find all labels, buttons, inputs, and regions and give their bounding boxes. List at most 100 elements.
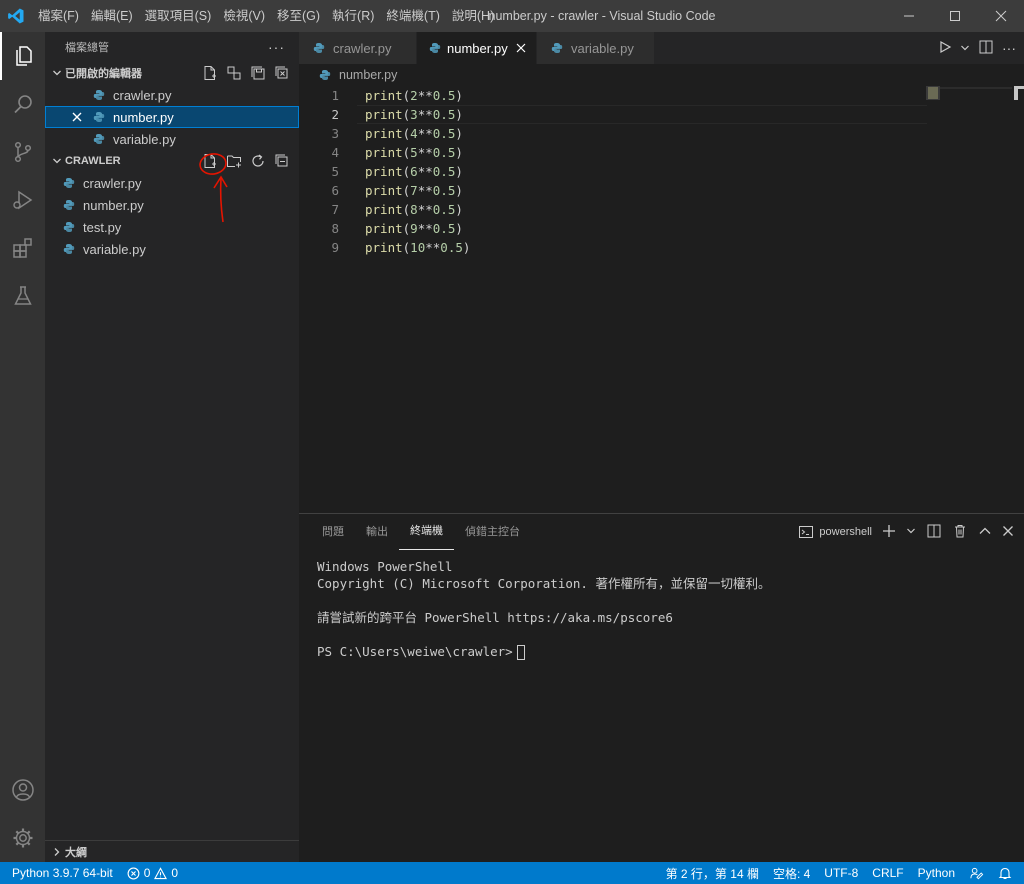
accounts-button[interactable] (0, 766, 45, 814)
python-file-icon (429, 40, 441, 56)
code-area[interactable]: 1 print(2**0.5) 2 print(3**0.5) 3 print(4**0.… (299, 86, 939, 257)
chevron-right-icon (49, 847, 65, 857)
minimize-icon (904, 15, 914, 17)
menu-selection[interactable]: 選取項目(S) (139, 0, 218, 32)
line-number: 2 (331, 107, 339, 122)
code-line[interactable]: 2 print(3**0.5) (299, 105, 939, 124)
split-editor-icon[interactable] (978, 39, 994, 58)
maximize-panel-icon[interactable] (978, 524, 992, 541)
open-editor-item[interactable]: variable.py (45, 128, 299, 150)
code-line[interactable]: 8 print(9**0.5) (299, 219, 939, 238)
tab-problems[interactable]: 問題 (311, 514, 355, 550)
file-item[interactable]: crawler.py (45, 172, 299, 194)
annotation-circle-arrow (199, 153, 228, 223)
python-file-icon (91, 87, 107, 103)
menu-go[interactable]: 移至(G) (271, 0, 326, 32)
notifications-button[interactable] (991, 862, 1024, 884)
encoding[interactable]: UTF-8 (817, 862, 865, 884)
open-editor-item[interactable]: crawler.py (45, 84, 299, 106)
tab-debug-console[interactable]: 偵錯主控台 (454, 514, 531, 550)
chevron-down-icon[interactable] (906, 526, 916, 539)
line-number: 3 (331, 126, 339, 141)
minimap[interactable] (926, 86, 1012, 106)
minimize-button[interactable] (886, 0, 932, 32)
tab-output[interactable]: 輸出 (355, 514, 399, 550)
menu-terminal[interactable]: 終端機(T) (380, 0, 445, 32)
line-number: 5 (331, 164, 339, 179)
code-line[interactable]: 1 print(2**0.5) (299, 86, 939, 105)
source-control-button[interactable] (0, 128, 45, 176)
testing-button[interactable] (0, 272, 45, 320)
close-icon[interactable] (71, 111, 85, 123)
toggle-vertical-icon[interactable] (225, 64, 243, 82)
gear-icon (13, 828, 32, 848)
more-actions-icon[interactable]: ··· (1002, 40, 1016, 56)
end-of-line[interactable]: CRLF (865, 862, 910, 884)
extensions-button[interactable] (0, 224, 45, 272)
python-file-icon (311, 40, 327, 56)
code-line[interactable]: 7 print(8**0.5) (299, 200, 939, 219)
folder-header[interactable]: CRAWLER (45, 150, 299, 172)
open-editor-item-active[interactable]: number.py (45, 106, 299, 128)
tab-variable[interactable]: variable.py (537, 32, 655, 64)
collapse-all-icon[interactable] (273, 152, 291, 170)
python-file-icon (61, 219, 77, 235)
open-editors-label: 已開啟的編輯器 (65, 68, 142, 80)
new-terminal-icon[interactable] (882, 524, 896, 541)
close-all-icon[interactable] (273, 64, 291, 82)
problems-indicator[interactable]: 0 0 (120, 862, 185, 884)
tab-terminal[interactable]: 終端機 (399, 514, 454, 550)
menu-run[interactable]: 執行(R) (326, 0, 380, 32)
code-text: print(2**0.5) (365, 88, 463, 103)
python-interpreter[interactable]: Python 3.9.7 64-bit (0, 862, 120, 884)
menu-help[interactable]: 說明(H) (446, 0, 500, 32)
language-mode[interactable]: Python (911, 862, 962, 884)
terminal-selector[interactable]: powershell (798, 524, 872, 540)
manage-button[interactable] (0, 814, 45, 862)
chevron-down-icon[interactable] (960, 41, 970, 56)
python-file-icon (61, 175, 77, 191)
indentation[interactable]: 空格: 4 (766, 862, 817, 884)
code-line[interactable]: 5 print(6**0.5) (299, 162, 939, 181)
close-tab-icon[interactable] (516, 40, 526, 56)
close-window-button[interactable] (978, 0, 1024, 32)
maximize-button[interactable] (932, 0, 978, 32)
trash-icon[interactable] (952, 523, 968, 542)
save-all-icon[interactable] (249, 64, 267, 82)
line-number: 6 (331, 183, 339, 198)
menu-view[interactable]: 檢視(V) (217, 0, 271, 32)
file-item[interactable]: test.py (45, 216, 299, 238)
new-untitled-file-icon[interactable] (201, 64, 219, 82)
status-bar: Python 3.9.7 64-bit 0 0 第 2 行，第 14 欄 空格:… (0, 862, 1024, 884)
search-button[interactable] (0, 80, 45, 128)
open-editors-header[interactable]: 已開啟的編輯器 (45, 62, 299, 84)
code-line[interactable]: 9 print(10**0.5) (299, 238, 939, 257)
code-line[interactable]: 6 print(7**0.5) (299, 181, 939, 200)
split-terminal-icon[interactable] (926, 523, 942, 542)
open-editor-label: variable.py (113, 131, 176, 147)
feedback-button[interactable] (962, 862, 991, 884)
code-line[interactable]: 4 print(5**0.5) (299, 143, 939, 162)
run-icon[interactable] (938, 40, 952, 57)
terminal-prompt[interactable]: PS C:\Users\weiwe\crawler> (317, 643, 1006, 660)
more-actions-icon[interactable]: ··· (268, 39, 285, 55)
file-item[interactable]: variable.py (45, 238, 299, 260)
run-debug-button[interactable] (0, 176, 45, 224)
terminal-line: Windows PowerShell (317, 559, 453, 574)
refresh-icon[interactable] (249, 152, 267, 170)
menu-edit[interactable]: 編輯(E) (85, 0, 139, 32)
account-icon (11, 779, 34, 801)
close-panel-icon[interactable] (1002, 525, 1014, 540)
menu-file[interactable]: 檔案(F) (32, 0, 85, 32)
outline-header[interactable]: 大綱 (45, 840, 299, 862)
breadcrumb[interactable]: number.py (299, 64, 1024, 86)
cursor-position[interactable]: 第 2 行，第 14 欄 (659, 862, 766, 884)
tab-crawler[interactable]: crawler.py (299, 32, 417, 64)
explorer-button[interactable] (0, 32, 45, 80)
error-icon (127, 867, 140, 879)
code-line[interactable]: 3 print(4**0.5) (299, 124, 939, 143)
terminal-output[interactable]: Windows PowerShell Copyright (C) Microso… (299, 550, 1024, 668)
file-item[interactable]: number.py (45, 194, 299, 216)
tab-number[interactable]: number.py (417, 32, 537, 64)
